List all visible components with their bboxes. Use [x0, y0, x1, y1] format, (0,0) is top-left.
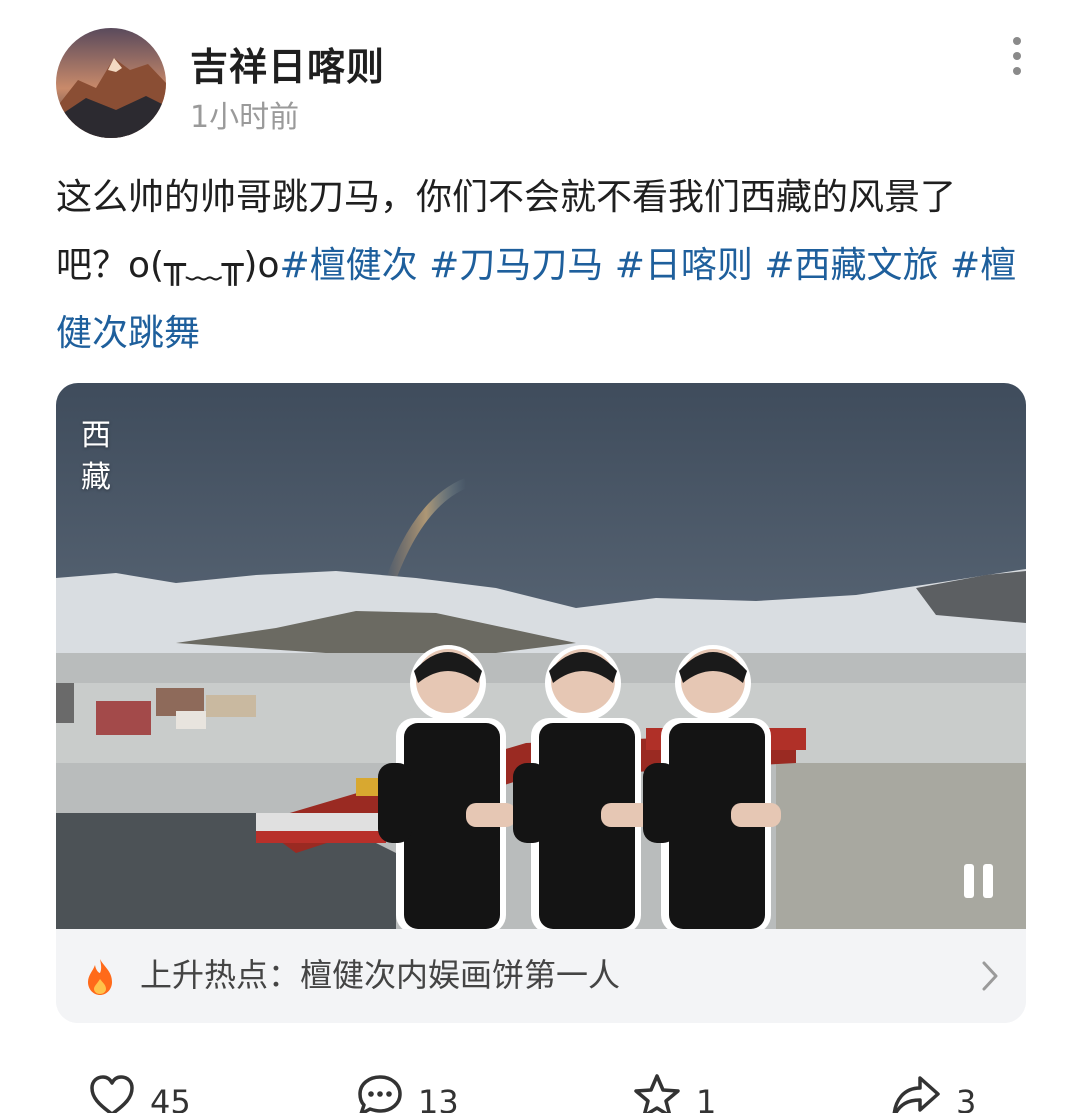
username[interactable]: 吉祥日喀则 — [190, 36, 385, 91]
star-icon — [634, 1074, 680, 1113]
flame-icon — [88, 959, 112, 995]
comment-count: 13 — [418, 1083, 459, 1113]
comment-icon — [358, 1075, 402, 1113]
post-text: 这么帅的帅哥跳刀马，你们不会就不看我们西藏的风景了吧？o(╥﹏╥)o#檀健次 #… — [56, 164, 1024, 368]
video-player[interactable]: 西藏 — [56, 383, 1026, 929]
hot-topic-label: 上升热点：檀健次内娱画饼第一人 — [140, 956, 621, 994]
hashtag-link[interactable]: #西藏文旅 — [764, 245, 938, 286]
pause-icon[interactable] — [956, 859, 1000, 903]
hashtag-link[interactable]: #檀健次 — [280, 245, 418, 286]
share-button[interactable]: 3 — [890, 1072, 976, 1113]
post-timestamp: 1小时前 — [190, 100, 300, 135]
share-icon — [892, 1076, 940, 1113]
video-overlay-text: 西藏 — [81, 418, 111, 495]
favorite-count: 1 — [696, 1083, 717, 1113]
hashtag-link[interactable]: #刀马刀马 — [429, 245, 603, 286]
share-count: 3 — [956, 1083, 977, 1113]
favorite-button[interactable]: 1 — [632, 1072, 716, 1113]
comment-button[interactable]: 13 — [356, 1072, 459, 1113]
hot-topic-bar[interactable]: 上升热点：檀健次内娱画饼第一人 — [56, 929, 1026, 1023]
hashtag-link[interactable]: #日喀则 — [615, 245, 753, 286]
heart-icon — [90, 1075, 134, 1113]
more-icon[interactable] — [1000, 34, 1034, 78]
media-card[interactable]: 西藏 上升热点：檀健次内娱画饼第一人 — [56, 383, 1026, 1023]
avatar[interactable] — [56, 28, 166, 138]
chevron-right-icon — [982, 961, 998, 991]
like-button[interactable]: 45 — [88, 1072, 191, 1113]
like-count: 45 — [150, 1083, 191, 1113]
dancer-figures — [378, 645, 781, 929]
